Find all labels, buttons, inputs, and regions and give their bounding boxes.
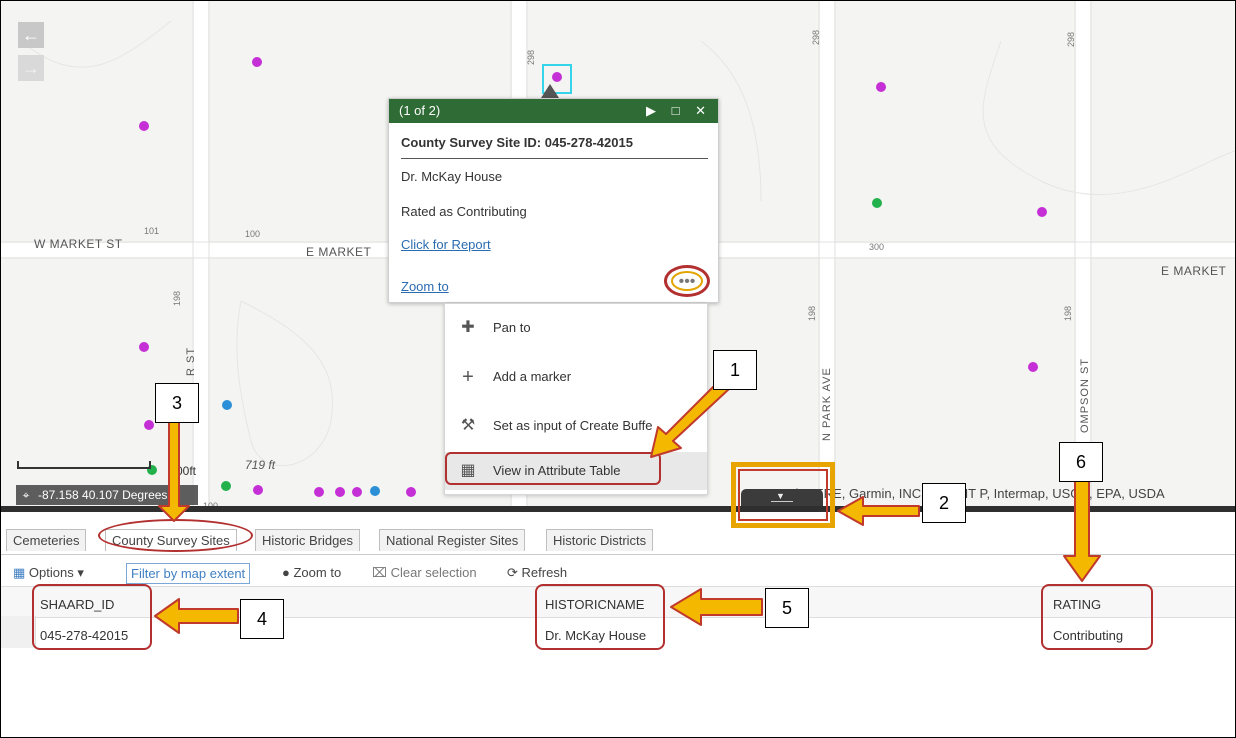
map-view[interactable]: W MARKET ST E MARKET E MARKET R ST N PAR…	[1, 1, 1235, 506]
scale-label: 00ft	[176, 464, 197, 478]
ellipsis-icon: •••	[678, 273, 696, 290]
callout-4: 4	[240, 599, 284, 639]
menu-item-create-buffer[interactable]: ⚒ Set as input of Create Buffe	[445, 407, 707, 445]
options-menu[interactable]: ▦ Options ▾	[13, 565, 84, 581]
attribute-table: SHAARD_ID HISTORICNAME RATING 045-278-42…	[1, 586, 1235, 737]
coordinate-readout: ⌖ -87.158 40.107 Degrees	[16, 485, 198, 505]
popup-divider	[401, 158, 708, 159]
popup-pointer	[541, 84, 559, 98]
site-point	[1028, 362, 1038, 372]
locate-icon[interactable]: ⌖	[18, 485, 34, 505]
row-selector[interactable]	[1, 616, 36, 648]
map-pin-icon: ●	[282, 565, 290, 580]
clear-selection-button[interactable]: ⌧ Clear selection	[372, 565, 477, 581]
map-attribution: Esri, HERE, Garmin, INCREMENT P, Interma…	[776, 486, 1165, 501]
popup-actions-menu: ✚ Pan to + Add a marker ⚒ Set as input o…	[444, 303, 708, 495]
wrench-icon: ⚒	[460, 417, 476, 434]
site-point	[335, 487, 345, 497]
callout-5: 5	[765, 588, 809, 628]
app-frame: W MARKET ST E MARKET E MARKET R ST N PAR…	[0, 0, 1236, 738]
column-header-rating[interactable]: RATING	[1053, 597, 1101, 612]
menu-item-label: Set as input of Create Buffe	[493, 418, 653, 433]
refresh-button[interactable]: ⟳ Refresh	[507, 565, 567, 581]
tab-cemeteries[interactable]: Cemeteries	[6, 529, 87, 551]
site-point	[314, 487, 324, 497]
callout-2: 2	[922, 483, 966, 523]
click-for-report-link[interactable]: Click for Report	[401, 237, 491, 252]
pan-icon: ✚	[461, 319, 475, 336]
grid-icon: ▦	[13, 565, 26, 580]
site-point	[352, 487, 362, 497]
menu-item-add-marker[interactable]: + Add a marker	[445, 358, 707, 396]
popup-title-bar: (1 of 2) ▶ □ ✕	[389, 99, 718, 123]
table-icon: ▦	[460, 462, 476, 479]
site-point	[370, 486, 380, 496]
menu-item-label: Add a marker	[493, 369, 572, 384]
options-label: Options ▾	[28, 565, 84, 580]
table-cell-rating[interactable]: Contributing	[1053, 628, 1123, 643]
coordinate-text: -87.158 40.107 Degrees	[38, 488, 168, 502]
tab-county-survey-sites[interactable]: County Survey Sites	[105, 529, 237, 551]
site-point	[139, 342, 149, 352]
menu-item-label: View in Attribute Table	[493, 463, 621, 478]
attribute-table-tabs: Cemeteries County Survey Sites Historic …	[1, 512, 1235, 554]
tab-national-register-sites[interactable]: National Register Sites	[379, 529, 526, 551]
site-point	[144, 420, 154, 430]
table-cell-shaard-id[interactable]: 045-278-42015	[40, 628, 128, 643]
zoom-to-link[interactable]: Zoom to	[401, 279, 449, 294]
refresh-icon: ⟳	[507, 565, 518, 580]
site-point	[876, 82, 886, 92]
zoom-to-button[interactable]: ● Zoom to	[282, 565, 341, 580]
tab-historic-districts[interactable]: Historic Districts	[546, 529, 654, 551]
site-point	[221, 481, 231, 491]
column-header-historicname[interactable]: HISTORICNAME	[545, 597, 644, 612]
callout-1: 1	[713, 350, 757, 390]
table-cell-historicname[interactable]: Dr. McKay House	[545, 628, 646, 643]
popup-rating: Rated as Contributing	[401, 204, 527, 219]
elevation-label: 719 ft	[245, 458, 276, 472]
popup-counter: (1 of 2)	[399, 103, 441, 118]
callout-6: 6	[1059, 442, 1103, 482]
popup-controls[interactable]: ▶ □ ✕	[646, 99, 712, 123]
site-point	[252, 57, 262, 67]
handle-bar	[771, 501, 793, 502]
panel-toggle-button[interactable]: ▼	[741, 489, 823, 506]
menu-item-view-attribute-table[interactable]: ▦ View in Attribute Table	[445, 452, 707, 490]
tab-historic-bridges[interactable]: Historic Bridges	[255, 529, 361, 551]
menu-item-pan-to[interactable]: ✚ Pan to	[445, 309, 707, 347]
site-point	[872, 198, 882, 208]
scale-bar	[17, 461, 151, 469]
plus-icon: +	[462, 366, 474, 388]
popup-site-name: Dr. McKay House	[401, 169, 503, 184]
column-header-shaard-id[interactable]: SHAARD_ID	[40, 597, 114, 612]
filter-by-map-extent-button[interactable]: Filter by map extent	[126, 563, 251, 584]
chevron-down-icon: ▼	[776, 491, 785, 501]
site-point	[406, 487, 416, 497]
more-actions-button[interactable]: •••	[664, 265, 710, 297]
site-point	[222, 400, 232, 410]
zoom-to-label: Zoom to	[293, 565, 342, 580]
clear-box-icon: ⌧	[372, 565, 387, 580]
popup-heading: County Survey Site ID: 045-278-42015	[401, 135, 633, 150]
callout-3: 3	[155, 383, 199, 423]
site-point	[253, 485, 263, 495]
menu-item-label: Pan to	[493, 320, 531, 335]
forward-arrow-icon[interactable]: →	[18, 55, 44, 81]
refresh-label: Refresh	[521, 565, 568, 580]
site-point	[139, 121, 149, 131]
back-arrow-icon[interactable]: ←	[18, 22, 44, 48]
site-point	[1037, 207, 1047, 217]
table-toolbar: ▦ Options ▾ Filter by map extent ● Zoom …	[1, 554, 1235, 587]
clear-selection-label: Clear selection	[390, 565, 477, 580]
